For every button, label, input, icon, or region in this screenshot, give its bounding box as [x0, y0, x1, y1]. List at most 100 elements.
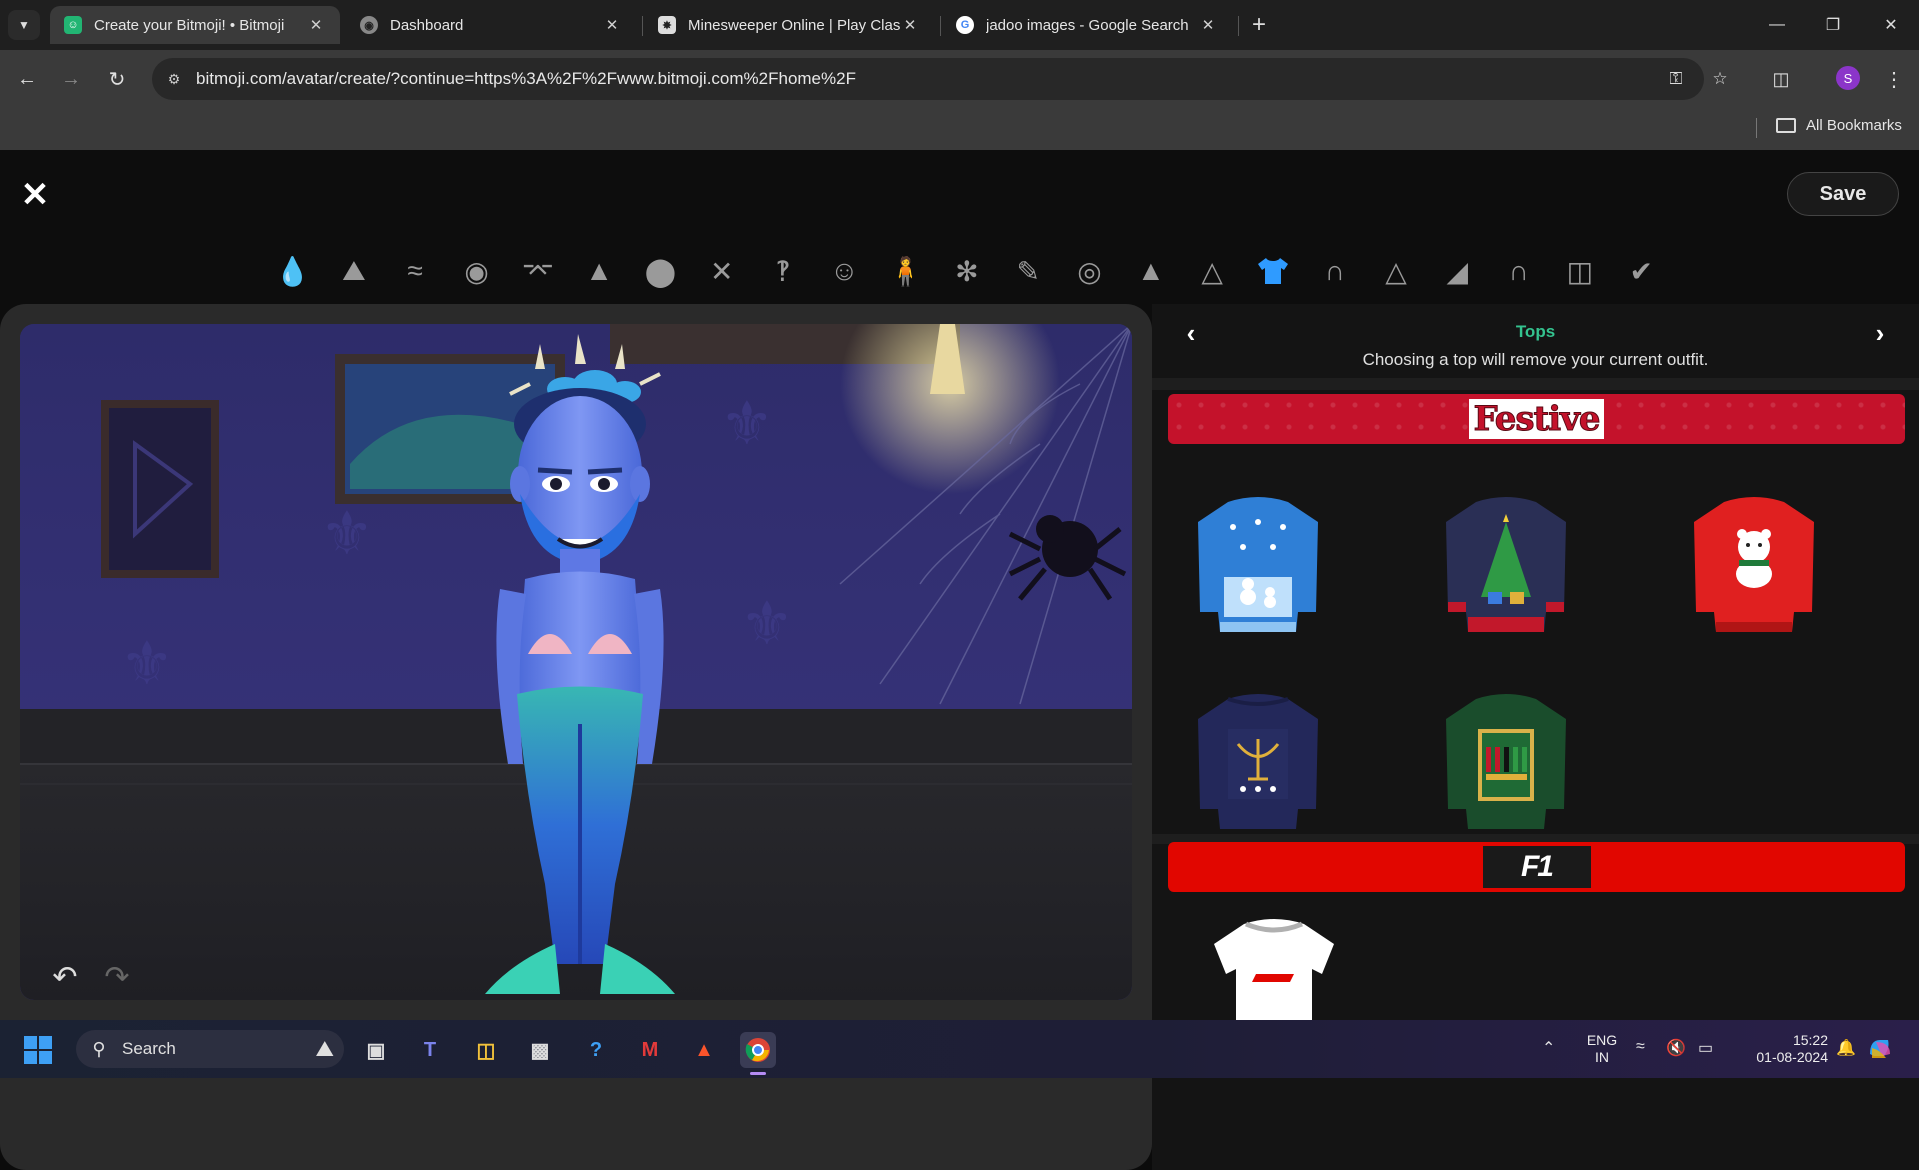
christmas-tree-navy-sweater[interactable]: [1436, 492, 1576, 642]
close-tab-icon[interactable]: ✕: [900, 16, 920, 34]
forward-button[interactable]: →: [56, 64, 86, 94]
wifi-icon[interactable]: ≈: [1636, 1038, 1645, 1056]
festive-banner-label: Festive: [1469, 399, 1604, 440]
browser-toolbar: ← → ↻ ⚙ bitmoji.com/avatar/create/?conti…: [0, 50, 1919, 108]
extensions-puzzle-icon[interactable]: ◫: [1766, 64, 1796, 94]
panel-subtitle: Choosing a top will remove your current …: [1362, 350, 1709, 369]
pencil-icon[interactable]: ✎: [998, 246, 1059, 296]
jacket-icon[interactable]: ∩: [1488, 246, 1549, 296]
skin-drop-icon[interactable]: 💧: [262, 246, 323, 296]
active-app-indicator: [750, 1072, 766, 1075]
globe-icon: ◉: [360, 16, 378, 34]
clock[interactable]: 15:22 01-08-2024: [1736, 1032, 1828, 1066]
mcafee-icon[interactable]: M: [632, 1032, 668, 1068]
search-highlight-icon: ⛰: [315, 1036, 334, 1061]
bookmarks-bar: All Bookmarks: [0, 108, 1919, 150]
password-key-icon[interactable]: ⚿: [1664, 68, 1688, 90]
tab-divider: [642, 16, 643, 36]
redo-icon[interactable]: ↷: [100, 960, 134, 994]
save-button[interactable]: Save: [1787, 172, 1899, 216]
face-lines-icon[interactable]: ☺: [814, 246, 875, 296]
minimize-button[interactable]: —: [1757, 10, 1797, 40]
hair-icon[interactable]: ⛰: [323, 246, 384, 296]
windows-start-icon[interactable]: [24, 1036, 52, 1064]
closet-icon[interactable]: ◫: [1549, 246, 1610, 296]
checkmark-icon[interactable]: ✔: [1611, 246, 1672, 296]
eyebrow-icon[interactable]: ⌤: [507, 246, 568, 296]
mustache-icon[interactable]: ≈: [385, 246, 446, 296]
hanger-icon[interactable]: △: [1181, 246, 1242, 296]
svg-text:⚜: ⚜: [720, 389, 774, 459]
mute-volume-icon[interactable]: 🔇: [1666, 1038, 1686, 1058]
all-bookmarks-button[interactable]: All Bookmarks: [1776, 117, 1902, 134]
close-tab-icon[interactable]: ✕: [602, 16, 622, 34]
brave-icon[interactable]: ▲: [686, 1032, 722, 1068]
close-tab-icon[interactable]: ✕: [306, 16, 326, 34]
task-view-icon[interactable]: ▣: [358, 1032, 394, 1068]
dress-icon[interactable]: △: [1365, 246, 1426, 296]
teams-icon[interactable]: T: [412, 1032, 448, 1068]
festive-tops-grid: [1188, 454, 1888, 834]
all-bookmarks-label: All Bookmarks: [1806, 117, 1902, 134]
ear-icon[interactable]: ‽: [752, 246, 813, 296]
tab-divider: [940, 16, 941, 36]
nose-icon[interactable]: ▲: [568, 246, 629, 296]
tshirt-icon[interactable]: [1243, 246, 1304, 296]
url-text[interactable]: bitmoji.com/avatar/create/?continue=http…: [196, 69, 856, 89]
taskbar-search[interactable]: ⚲ Search ⛰: [76, 1030, 344, 1068]
tab-dashboard[interactable]: ◉ Dashboard ✕: [346, 6, 636, 44]
svg-text:⚜: ⚜: [740, 589, 794, 659]
avatar-preview-stage: ⚜ ⚜ ⚜ ⚜ ⚜: [20, 324, 1132, 1000]
svg-text:⚜: ⚜: [320, 499, 374, 569]
help-icon[interactable]: ?: [578, 1032, 614, 1068]
minesweeper-favicon-icon: ✸: [658, 16, 676, 34]
bookmarks-divider: [1756, 118, 1757, 138]
haunted-room-scene: ⚜ ⚜ ⚜ ⚜ ⚜: [20, 324, 1132, 1000]
close-icon[interactable]: ✕: [20, 178, 50, 212]
close-window-button[interactable]: ✕: [1871, 10, 1911, 40]
pants-icon[interactable]: ∩: [1304, 246, 1365, 296]
panel-title: Tops: [1515, 322, 1556, 341]
notification-bell-icon[interactable]: 🔔: [1836, 1038, 1856, 1058]
face-shape-icon[interactable]: ⬤: [630, 246, 691, 296]
show-hidden-icons-icon[interactable]: ⌃: [1542, 1038, 1555, 1058]
snowman-blue-sweater[interactable]: [1188, 492, 1328, 642]
profile-avatar[interactable]: S: [1836, 66, 1860, 90]
bitmoji-favicon-icon: ☺: [64, 16, 82, 34]
tab-bitmoji[interactable]: ☺ Create your Bitmoji! • Bitmoji ✕: [50, 6, 340, 44]
f1-white-tshirt[interactable]: [1204, 914, 1344, 1026]
windows-taskbar: ⚲ Search ⛰ ▣ T ◫ ▩ ? M ▲ ⌃ ENG IN ≈ 🔇 ▭ …: [0, 1020, 1919, 1078]
hat-icon[interactable]: ▲: [1120, 246, 1181, 296]
address-bar[interactable]: ⚙ bitmoji.com/avatar/create/?continue=ht…: [152, 58, 1728, 100]
undo-icon[interactable]: ↶: [48, 960, 82, 994]
new-tab-button[interactable]: +: [1244, 10, 1274, 40]
chrome-icon[interactable]: [740, 1032, 776, 1068]
restore-button[interactable]: ❐: [1813, 10, 1853, 40]
close-tab-icon[interactable]: ✕: [1198, 16, 1218, 34]
back-button[interactable]: ←: [12, 64, 42, 94]
tab-minesweeper[interactable]: ✸ Minesweeper Online | Play Clas ✕: [644, 6, 934, 44]
tab-search-button[interactable]: ▼: [8, 10, 40, 40]
battery-icon[interactable]: ▭: [1698, 1038, 1713, 1058]
body-icon[interactable]: 🧍: [875, 246, 936, 296]
microsoft-store-icon[interactable]: ▩: [522, 1032, 558, 1068]
menorah-navy-sweater[interactable]: [1188, 689, 1328, 839]
search-icon: ⚲: [92, 1038, 106, 1059]
language-indicator[interactable]: ENG IN: [1584, 1032, 1620, 1066]
copilot-icon[interactable]: [1866, 1034, 1894, 1062]
bookmark-star-icon[interactable]: ☆: [1708, 68, 1732, 90]
browser-menu-icon[interactable]: ⋮: [1880, 64, 1908, 94]
site-info-icon[interactable]: ⚙: [164, 69, 184, 89]
kinara-green-sweater[interactable]: [1436, 689, 1576, 839]
polar-bear-red-sweater[interactable]: [1684, 492, 1824, 642]
lips-icon[interactable]: ✕: [691, 246, 752, 296]
glasses-icon[interactable]: ◎: [1059, 246, 1120, 296]
chevron-down-icon: ▼: [18, 18, 30, 32]
eye-icon[interactable]: ◉: [446, 246, 507, 296]
google-favicon-icon: G: [956, 16, 974, 34]
file-explorer-icon[interactable]: ◫: [468, 1032, 504, 1068]
tab-google-search[interactable]: G jadoo images - Google Search ✕: [942, 6, 1232, 44]
shoe-icon[interactable]: ◢: [1427, 246, 1488, 296]
reload-button[interactable]: ↻: [102, 64, 132, 94]
outfit-icon[interactable]: ✻: [936, 246, 997, 296]
